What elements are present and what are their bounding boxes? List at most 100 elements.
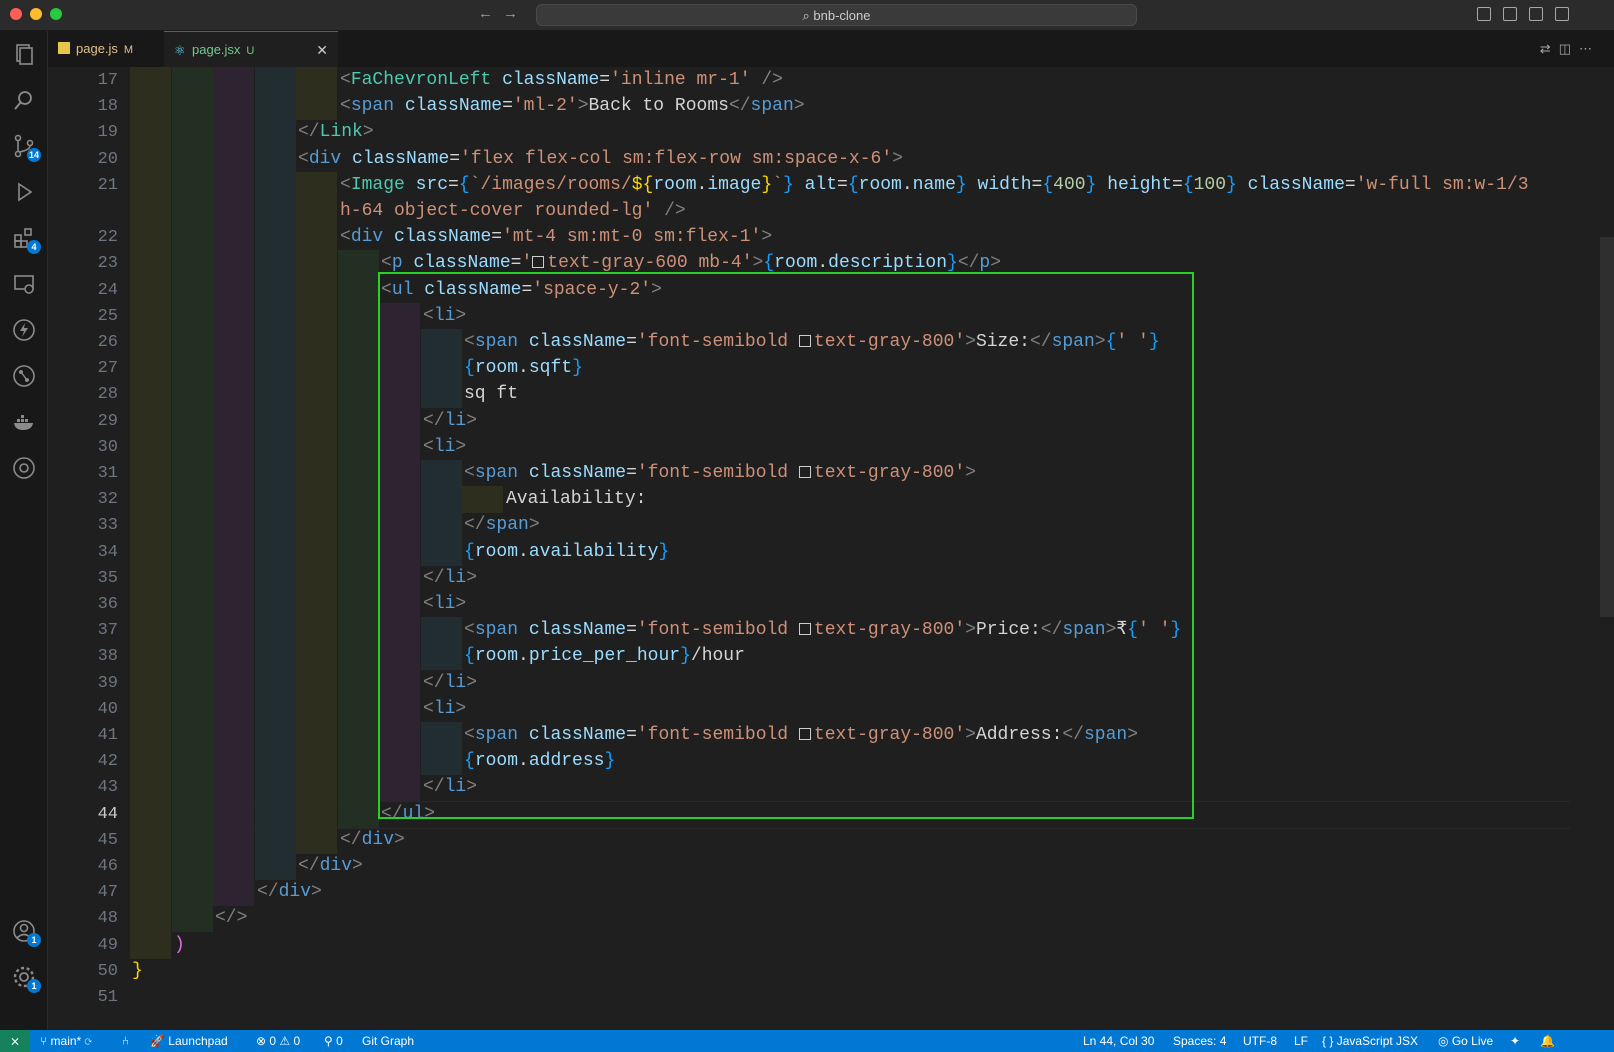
indentation[interactable]: Spaces: 4 [1173, 1030, 1226, 1052]
line-number: 22 [97, 228, 118, 247]
language-mode[interactable]: { } JavaScript JSX [1322, 1030, 1418, 1052]
indent-guide [296, 748, 337, 775]
activity-bar: 14 4 1 1 [0, 31, 48, 1030]
git-graph-icon[interactable] [11, 363, 37, 389]
line-number: 50 [97, 962, 118, 981]
code-line[interactable]: } [132, 958, 143, 985]
code-editor[interactable]: 17 18 19 20 21 22 23 24 25 26 27 28 29 30 31 32 33 34 35 36… [48, 67, 1614, 1030]
tab-page-jsx[interactable]: ⚛ page.jsx U ✕ [164, 31, 338, 67]
ports-indicator[interactable]: ⚲ 0 [324, 1030, 343, 1052]
cursor-position[interactable]: Ln 44, Col 30 [1083, 1030, 1154, 1052]
files-icon[interactable] [11, 41, 37, 67]
indent-guide [213, 539, 254, 566]
indent-guide [255, 748, 296, 775]
split-editor-icon[interactable]: ◫ [1559, 41, 1579, 56]
toggle-sidebar-icon[interactable] [1477, 7, 1491, 21]
launchpad-button[interactable]: 🚀 Launchpad [150, 1030, 228, 1052]
branch-name: main* [50, 1034, 82, 1048]
indent-guide [130, 853, 171, 880]
tab-label: page.jsx [192, 42, 241, 57]
back-arrow-icon[interactable]: ← [478, 5, 493, 22]
source-control-icon[interactable]: 14 [11, 133, 41, 162]
git-graph-button[interactable]: Git Graph [362, 1030, 414, 1052]
scrollbar-thumb[interactable] [1600, 237, 1614, 617]
go-live-button[interactable]: ◎ Go Live [1438, 1030, 1493, 1052]
docker-icon[interactable] [11, 409, 37, 435]
customize-layout-icon[interactable] [1555, 7, 1569, 21]
code-line[interactable]: </div> [298, 853, 363, 880]
search-icon[interactable] [11, 87, 37, 113]
line-number: 32 [97, 490, 118, 509]
search-icon: ⌕ [802, 8, 810, 23]
close-window-button[interactable] [10, 8, 22, 20]
code-line[interactable]: </div> [257, 879, 322, 906]
publish-icon[interactable]: ⑃ [122, 1030, 129, 1052]
indent-guide [213, 801, 254, 828]
indent-guide [296, 172, 337, 199]
code-line[interactable]: h-64 object-cover rounded-lg' /> [340, 198, 686, 225]
forward-arrow-icon[interactable]: → [503, 5, 518, 22]
encoding[interactable]: UTF-8 [1243, 1030, 1277, 1052]
indent-guide [296, 774, 337, 801]
toggle-panel-icon[interactable] [1503, 7, 1517, 21]
code-line[interactable]: <span className='ml-2'>Back to Rooms</sp… [340, 93, 805, 120]
remote-indicator-icon[interactable]: ⨯ [0, 1030, 30, 1052]
bell-icon[interactable]: 🔔 [1540, 1030, 1555, 1052]
gitlens-icon[interactable] [11, 455, 37, 481]
open-changes-icon[interactable]: ⇄ [1540, 41, 1559, 56]
indent-guide [213, 827, 254, 854]
code-line[interactable]: ) [174, 932, 185, 959]
sync-icon[interactable]: ⟳ [85, 1034, 92, 1048]
javascript-file-icon [58, 42, 70, 54]
copilot-icon[interactable]: ✦ [1510, 1030, 1520, 1052]
toggle-secondary-sidebar-icon[interactable] [1529, 7, 1543, 21]
command-center-search[interactable]: ⌕ bnb-clone [536, 4, 1137, 26]
problems-indicator[interactable]: ⊗ 0 ⚠ 0 [256, 1030, 300, 1052]
code-line[interactable]: </Link> [298, 119, 374, 146]
indent-guide [296, 198, 337, 225]
end-of-line[interactable]: LF [1294, 1030, 1308, 1052]
tab-page-js[interactable]: page.js M [48, 31, 162, 67]
settings-gear-icon[interactable]: 1 [11, 964, 41, 993]
indent-guide [213, 434, 254, 461]
code-line[interactable]: <Image src={`/images/rooms/${room.image}… [340, 172, 1529, 199]
scrollbar[interactable] [1600, 67, 1614, 1030]
indent-guide [172, 827, 213, 854]
workspace-title: bnb-clone [813, 8, 871, 23]
line-number: 47 [97, 883, 118, 902]
status-bar: ⨯ ⑂ main* ⟳ ⑃ 🚀 Launchpad ⊗ 0 ⚠ 0 ⚲ 0 Gi… [0, 1030, 1614, 1052]
indent-guide [296, 224, 337, 251]
line-number: 35 [97, 569, 118, 588]
indent-guide [172, 486, 213, 513]
indent-guide [296, 434, 337, 461]
line-number: 30 [97, 438, 118, 457]
code-line[interactable]: <div className='flex flex-col sm:flex-ro… [298, 146, 903, 173]
more-actions-icon[interactable]: ⋯ [1579, 41, 1600, 56]
minimize-window-button[interactable] [30, 8, 42, 20]
extensions-icon[interactable]: 4 [11, 225, 41, 254]
indent-guide [338, 381, 379, 408]
close-icon[interactable]: ✕ [316, 32, 328, 68]
indent-guide [130, 643, 171, 670]
indent-guide [255, 512, 296, 539]
indent-guide [130, 355, 171, 382]
warning-icon: ⚠ [279, 1034, 294, 1048]
indent-guide [255, 539, 296, 566]
accounts-icon[interactable]: 1 [11, 918, 41, 947]
indent-guide [213, 486, 254, 513]
code-line[interactable]: <div className='mt-4 sm:mt-0 sm:flex-1'> [340, 224, 772, 251]
indent-guide [130, 67, 171, 94]
indent-guide [213, 617, 254, 644]
zoom-window-button[interactable] [50, 8, 62, 20]
code-line[interactable]: <FaChevronLeft className='inline mr-1' /… [340, 67, 783, 94]
indent-guide [338, 670, 379, 697]
indent-guide [296, 617, 337, 644]
code-line[interactable]: </div> [340, 827, 405, 854]
thunder-client-icon[interactable] [11, 317, 37, 343]
code-line[interactable]: </> [215, 905, 247, 932]
line-number: 19 [97, 123, 118, 142]
indent-guide [172, 119, 213, 146]
remote-explorer-icon[interactable] [11, 271, 37, 297]
run-debug-icon[interactable] [11, 179, 37, 205]
branch-indicator[interactable]: ⑂ main* ⟳ [40, 1030, 92, 1052]
